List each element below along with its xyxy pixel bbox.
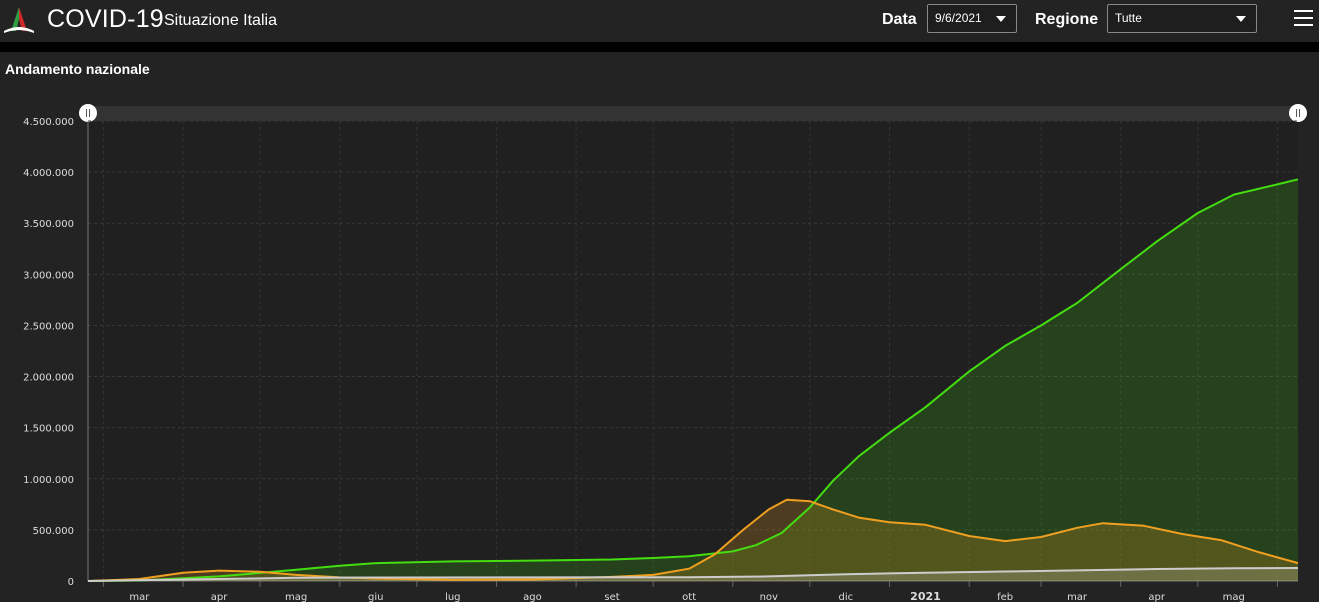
x-tick-label: mag <box>285 592 307 602</box>
x-tick-label: lug <box>445 592 460 602</box>
x-tick-label: set <box>604 592 619 602</box>
y-tick-label: 1.500.000 <box>23 424 74 435</box>
y-tick-label: 0 <box>68 577 74 588</box>
x-tick-label: dic <box>839 592 854 602</box>
y-tick-label: 3.000.000 <box>23 270 74 281</box>
range-slider-right-handle[interactable] <box>1289 104 1307 122</box>
x-tick-label: giu <box>368 592 383 602</box>
y-tick-label: 3.500.000 <box>23 219 74 230</box>
range-slider-track <box>88 106 1298 121</box>
x-tick-label: 2021 <box>910 590 941 602</box>
x-tick-label: mar <box>129 592 150 602</box>
x-tick-label: apr <box>211 592 228 602</box>
y-tick-label: 4.500.000 <box>23 117 74 128</box>
x-tick-label: nov <box>760 592 778 602</box>
x-tick-label: feb <box>997 592 1013 602</box>
y-tick-label: 500.000 <box>33 526 74 537</box>
x-tick-label: ago <box>523 592 542 602</box>
national-trend-chart: 0 500.000 1.000.000 1.500.000 2.000.000 2.500… <box>23 104 1307 602</box>
y-tick-label: 2.500.000 <box>23 321 74 332</box>
x-tick-label: mar <box>1067 592 1088 602</box>
y-tick-label: 2.000.000 <box>23 373 74 384</box>
y-tick-label: 4.000.000 <box>23 168 74 179</box>
x-tick-label: mag <box>1223 592 1245 602</box>
x-tick-label: apr <box>1148 592 1165 602</box>
y-tick-label: 1.000.000 <box>23 475 74 486</box>
range-slider-left-handle[interactable] <box>79 104 97 122</box>
x-tick-label: ott <box>682 592 696 602</box>
